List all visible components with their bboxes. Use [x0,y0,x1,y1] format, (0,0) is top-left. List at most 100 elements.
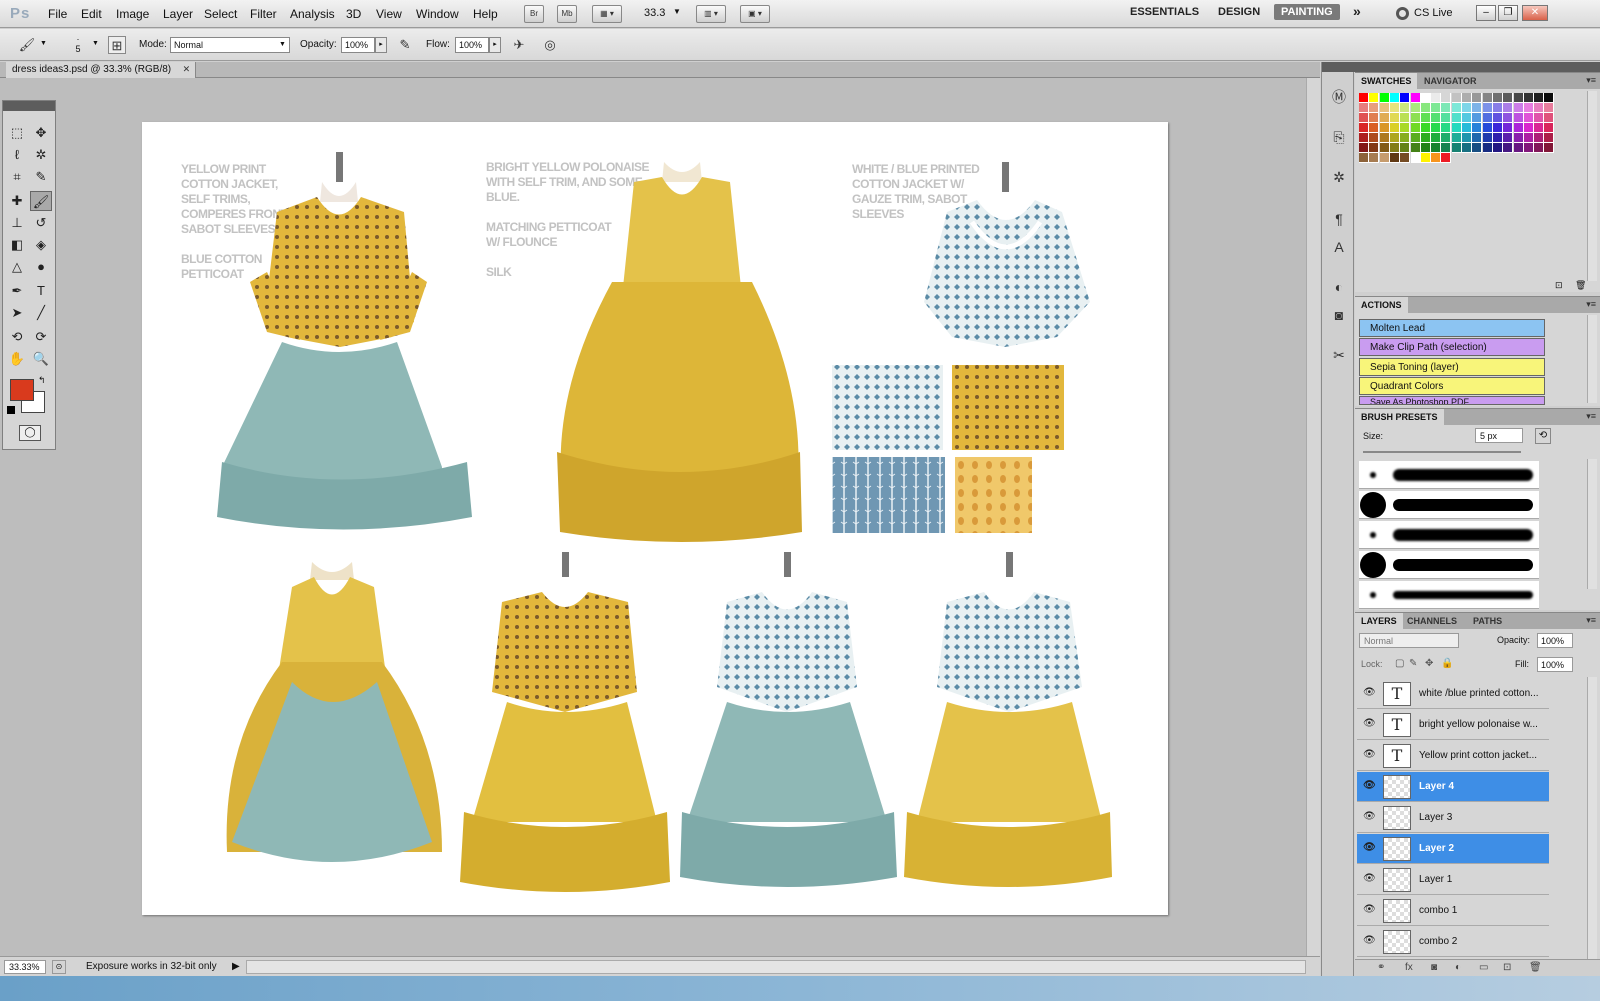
color-swatch[interactable] [1462,123,1472,133]
cs-live-button[interactable]: CS Live [1414,7,1453,19]
layer-row[interactable]: 👁 Layer 4 [1357,772,1549,802]
link-layers-icon[interactable]: ⚭ [1377,962,1385,973]
zoom-tool-icon[interactable]: 🔍 [30,349,52,369]
color-swatch[interactable] [1472,113,1483,123]
color-swatch[interactable] [1482,113,1493,123]
canvas-horizontal-scrollbar[interactable] [246,960,1306,974]
color-swatch[interactable] [1420,103,1431,113]
color-swatch[interactable] [1462,103,1472,113]
menu-select[interactable]: Select [204,7,237,21]
color-swatch[interactable] [1544,113,1555,123]
color-swatch[interactable] [1420,153,1431,163]
layer-row[interactable]: 👁 combo 2 [1357,927,1549,957]
type-tool-icon[interactable]: T [30,281,52,301]
color-swatch[interactable] [1431,113,1442,123]
tablet-pressure-size-icon[interactable]: ◎ [541,36,559,54]
bridge-button[interactable]: Br [524,5,544,23]
color-swatch[interactable] [1503,113,1514,123]
color-swatch[interactable] [1492,93,1503,103]
new-layer-icon[interactable]: ⊡ [1503,962,1511,973]
color-swatch[interactable] [1379,153,1390,163]
visibility-eye-icon[interactable]: 👁 [1363,718,1376,730]
color-swatch[interactable] [1389,113,1400,123]
3d-orbit-tool-icon[interactable]: ⟳ [30,327,52,347]
dodge-tool-icon[interactable]: ● [30,257,52,277]
color-swatch[interactable] [1400,103,1411,113]
hand-tool-icon[interactable]: ✋ [6,349,28,369]
color-swatch[interactable] [1410,123,1421,133]
layers-scrollbar[interactable] [1587,677,1597,959]
zoom-level-display[interactable]: 33.3 [644,7,665,19]
color-swatch[interactable] [1441,113,1452,123]
visibility-eye-icon[interactable]: 👁 [1363,935,1376,947]
panel-menu-icon[interactable]: ▾≡ [1586,615,1596,626]
history-brush-tool-icon[interactable]: ↺ [30,213,52,233]
color-swatch[interactable] [1544,93,1555,103]
color-swatch[interactable] [1379,113,1390,123]
quick-mask-icon[interactable]: ◯ [19,425,41,441]
color-swatch[interactable] [1534,113,1545,123]
color-swatch[interactable] [1410,93,1421,103]
color-swatch[interactable] [1462,93,1472,103]
tab-channels[interactable]: CHANNELS [1401,613,1463,629]
color-swatch[interactable] [1492,143,1503,153]
restore-button[interactable]: ❐ [1498,5,1518,21]
layer-row[interactable]: 👁 Layer 2 [1357,834,1549,864]
canvas-area[interactable]: YELLOW PRINT COTTON JACKET, SELF TRIMS, … [0,78,1320,956]
swatch-grid[interactable] [1359,93,1559,193]
color-swatch[interactable] [1400,143,1411,153]
color-swatch[interactable] [1410,113,1421,123]
tab-navigator[interactable]: NAVIGATOR [1418,73,1483,89]
color-swatch[interactable] [1544,133,1555,143]
tab-brush-presets[interactable]: BRUSH PRESETS [1355,409,1444,425]
opacity-field[interactable]: 100% [341,37,375,53]
color-swatch[interactable] [1400,133,1411,143]
close-document-icon[interactable]: ✕ [183,64,191,75]
color-swatch[interactable] [1513,93,1524,103]
color-swatch[interactable] [1369,153,1380,163]
color-swatch[interactable] [1513,133,1524,143]
brush-panel-icon[interactable]: ✲ [1328,166,1350,188]
eraser-tool-icon[interactable]: ◧ [6,235,28,255]
menu-window[interactable]: Window [416,7,459,21]
color-swatch[interactable] [1400,153,1411,163]
color-swatch[interactable] [1462,113,1472,123]
quick-selection-tool-icon[interactable]: ✲ [30,145,52,165]
mode-select[interactable]: Normal [170,37,290,53]
crop-tool-icon[interactable]: ⌗ [6,167,28,187]
color-swatch[interactable] [1389,133,1400,143]
color-swatch[interactable] [1472,93,1483,103]
menu-help[interactable]: Help [473,7,498,21]
color-swatch[interactable] [1441,123,1452,133]
action-sepia-toning[interactable]: Sepia Toning (layer) [1359,358,1545,376]
color-swatch[interactable] [1544,123,1555,133]
color-swatch[interactable] [1513,113,1524,123]
color-swatch[interactable] [1472,123,1483,133]
color-swatch[interactable] [1431,133,1442,143]
color-swatch[interactable] [1359,133,1369,143]
tab-swatches[interactable]: SWATCHES [1355,73,1418,89]
color-swatch[interactable] [1410,143,1421,153]
color-swatch[interactable] [1359,113,1369,123]
lock-transparent-icon[interactable]: ▢ [1395,658,1404,669]
marquee-tool-icon[interactable]: ⬚ [6,123,28,143]
visibility-eye-icon[interactable]: 👁 [1363,780,1376,792]
color-swatch[interactable] [1389,103,1400,113]
color-swatch[interactable] [1482,123,1493,133]
color-swatch[interactable] [1379,103,1390,113]
move-tool-icon[interactable]: ✥ [30,123,52,143]
color-swatch[interactable] [1431,93,1442,103]
swatches-scrollbar[interactable] [1587,91,1597,281]
color-swatch[interactable] [1513,143,1524,153]
workspace-essentials[interactable]: ESSENTIALS [1130,6,1199,18]
visibility-eye-icon[interactable]: 👁 [1363,811,1376,823]
delete-swatch-icon[interactable]: 🗑 [1575,280,1586,291]
color-swatch[interactable] [1523,133,1534,143]
menu-filter[interactable]: Filter [250,7,277,21]
color-swatch[interactable] [1503,103,1514,113]
more-workspaces-button[interactable]: » [1353,3,1361,19]
screen-mode-button[interactable]: ▣ ▾ [740,5,770,23]
layer-row[interactable]: 👁 Twhite /blue printed cotton... [1357,679,1549,709]
layer-row[interactable]: 👁 Tbright yellow polonaise w... [1357,710,1549,740]
color-swatch[interactable] [1503,123,1514,133]
